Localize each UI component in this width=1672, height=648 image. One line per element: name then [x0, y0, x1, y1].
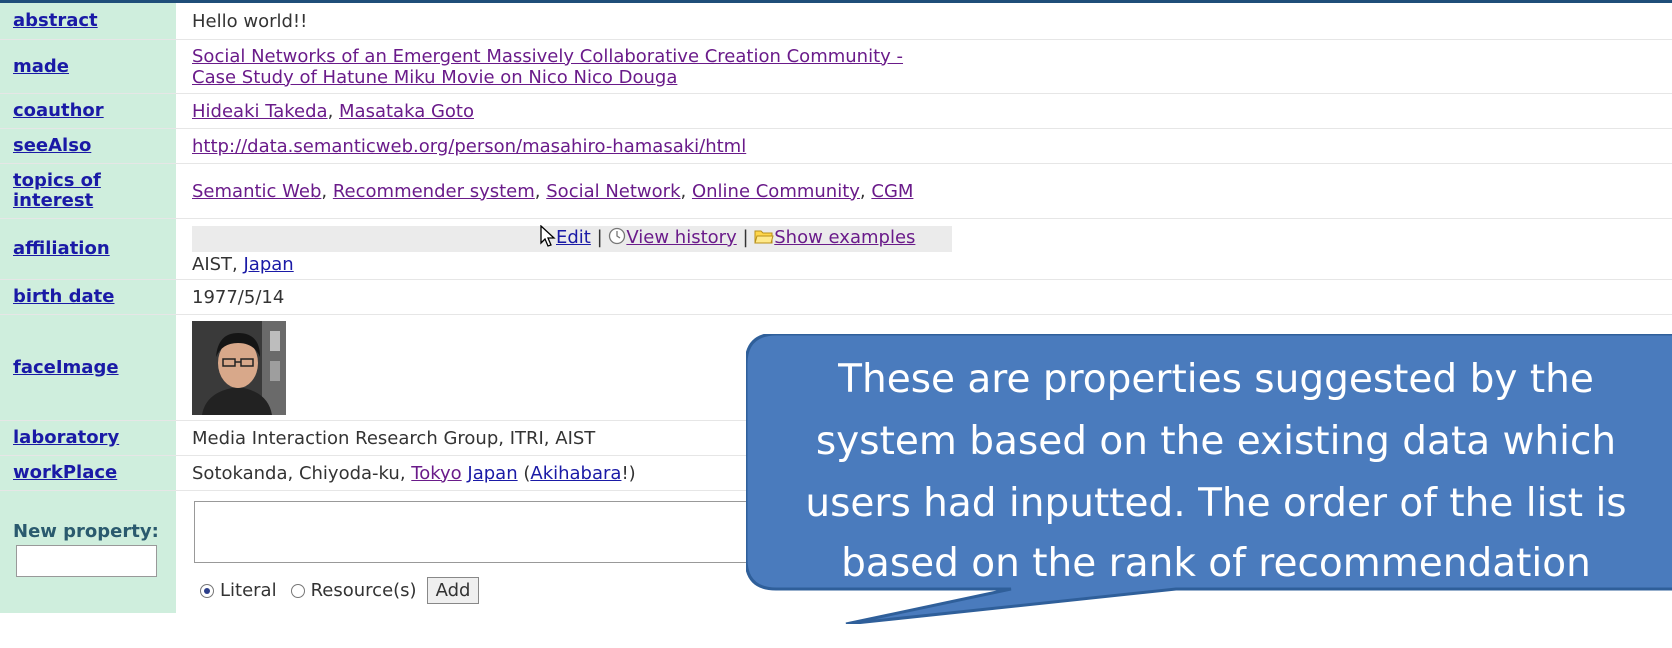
callout-line-1: These are properties suggested by the — [837, 357, 1594, 402]
table-row-topics: topics of interest Semantic Web, Recomme… — [0, 164, 1672, 219]
topic-link-social-network[interactable]: Social Network — [546, 181, 680, 202]
value-cell: Hello world!! — [176, 3, 1672, 39]
property-link-workplace[interactable]: workPlace — [13, 463, 117, 483]
birth-date-value: 1977/5/14 — [192, 286, 285, 308]
table-row-made: made Social Networks of an Emergent Mass… — [0, 40, 1672, 94]
face-photo[interactable] — [192, 320, 286, 415]
table-row-seealso: seeAlso http://data.semanticweb.org/pers… — [0, 129, 1672, 164]
property-link-abstract[interactable]: abstract — [13, 11, 98, 31]
topic-link-recommender[interactable]: Recommender system — [333, 181, 535, 202]
value-cell: http://data.semanticweb.org/person/masah… — [176, 129, 1672, 163]
separator: , — [321, 180, 333, 202]
value-cell: Social Networks of an Emergent Massively… — [176, 40, 1672, 93]
label-cell: laboratory — [0, 421, 176, 455]
coauthor-link-takeda[interactable]: Hideaki Takeda — [192, 101, 328, 122]
property-link-laboratory[interactable]: laboratory — [13, 428, 119, 448]
label-line1: topics of — [13, 170, 101, 191]
label-cell: workPlace — [0, 456, 176, 490]
callout-line-4: based on the rank of recommendation — [841, 541, 1591, 586]
label-cell: topics of interest — [0, 164, 176, 218]
separator: , — [534, 180, 547, 202]
property-link-made[interactable]: made — [13, 56, 69, 77]
label-cell: faceImage — [0, 315, 176, 420]
property-link-faceimage[interactable]: faceImage — [13, 357, 119, 378]
workplace-japan-link[interactable]: Japan — [467, 463, 517, 484]
workplace-tokyo-link[interactable]: Tokyo — [411, 463, 461, 484]
property-link-seealso[interactable]: seeAlso — [13, 136, 91, 156]
literal-radio[interactable] — [200, 583, 214, 598]
label-cell: made — [0, 40, 176, 93]
resource-label: Resource(s) — [310, 580, 417, 601]
affiliation-value: AIST, Japan — [192, 254, 294, 275]
property-link-coauthor[interactable]: coauthor — [13, 101, 104, 121]
value-cell: Hideaki Takeda, Masataka Goto — [176, 94, 1672, 128]
table-row-affiliation: affiliation Edit | View history | Show e… — [0, 219, 1672, 280]
topic-link-online-community[interactable]: Online Community — [692, 181, 860, 202]
label-cell: birth date — [0, 280, 176, 314]
property-link-topics[interactable]: topics of interest — [13, 171, 101, 211]
made-link-block: Social Networks of an Emergent Massively… — [192, 46, 903, 88]
label-cell: coauthor — [0, 94, 176, 128]
paper-link-line1[interactable]: Social Networks of an Emergent Massively… — [192, 46, 903, 67]
separator: , — [859, 180, 872, 202]
topic-link-cgm[interactable]: CGM — [871, 181, 913, 202]
value-cell: Semantic Web, Recommender system, Social… — [176, 164, 1672, 218]
face-photo-graphic — [192, 320, 286, 415]
resource-radio[interactable] — [290, 583, 305, 598]
value-cell: 1977/5/14 — [176, 280, 1672, 314]
separator: , — [680, 180, 692, 202]
table-row-birth-date: birth date 1977/5/14 — [0, 280, 1672, 315]
topic-link-semantic-web[interactable]: Semantic Web — [192, 181, 321, 202]
paren-close: !) — [621, 462, 636, 484]
label-cell: seeAlso — [0, 129, 176, 163]
affiliation-japan-link[interactable]: Japan — [244, 254, 294, 275]
add-button[interactable]: Add — [426, 577, 480, 604]
paren-open: ( — [517, 462, 531, 484]
coauthor-link-goto[interactable]: Masataka Goto — [339, 101, 474, 122]
table-row-coauthor: coauthor Hideaki Takeda, Masataka Goto — [0, 94, 1672, 129]
new-property-value-textarea[interactable] — [194, 501, 754, 563]
new-property-name-input[interactable] — [16, 545, 157, 577]
label-cell: affiliation — [0, 219, 176, 279]
table-row-abstract: abstract Hello world!! — [0, 3, 1672, 40]
label-line2: interest — [13, 190, 94, 211]
new-property-label: New property: — [13, 521, 159, 542]
laboratory-value: Media Interaction Research Group, ITRI, … — [192, 427, 596, 449]
label-cell: abstract — [0, 3, 176, 39]
property-link-affiliation[interactable]: affiliation — [13, 239, 110, 259]
value-type-selector: Literal Resource(s) Add — [200, 577, 480, 604]
separator: , — [327, 100, 340, 122]
callout-line-2: system based on the existing data which — [816, 419, 1616, 464]
callout-line-3: users had inputted. The order of the lis… — [805, 481, 1626, 526]
callout-bubble: These are properties suggested by the sy… — [746, 334, 1672, 624]
workplace-akihabara-link[interactable]: Akihabara — [530, 463, 621, 484]
abstract-value: Hello world!! — [192, 10, 308, 32]
seealso-url-link[interactable]: http://data.semanticweb.org/person/masah… — [192, 136, 746, 157]
affiliation-text: AIST, — [192, 254, 244, 275]
property-link-birth-date[interactable]: birth date — [13, 287, 114, 307]
workplace-text: Sotokanda, Chiyoda-ku, — [192, 462, 412, 484]
paper-link-line2[interactable]: Case Study of Hatune Miku Movie on Nico … — [192, 67, 903, 88]
literal-label: Literal — [220, 580, 277, 601]
